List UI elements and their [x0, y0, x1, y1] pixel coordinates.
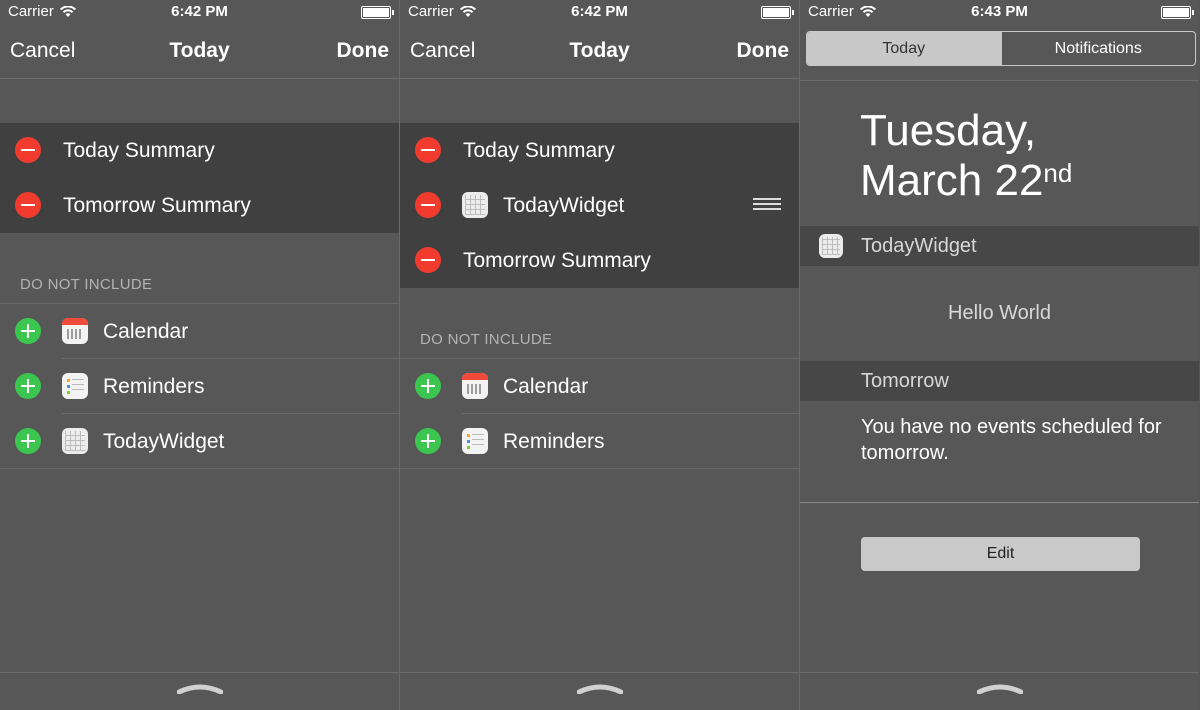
done-button[interactable]: Done — [337, 39, 390, 63]
list-item-reminders[interactable]: Reminders — [400, 414, 799, 469]
widget-title: TodayWidget — [861, 235, 977, 257]
list-item-label: TodayWidget — [103, 429, 225, 453]
reminders-app-icon — [62, 373, 88, 399]
screen-edit-1: Carrier 6:42 PM Cancel Today Done Today … — [0, 0, 399, 710]
section-header: DO NOT INCLUDE — [420, 331, 553, 348]
included-list: Today Summary TodayWidget Tomorrow Summa… — [400, 123, 799, 288]
tab-notifications[interactable]: Notifications — [1000, 32, 1196, 65]
list-item-label: Tomorrow Summary — [463, 248, 651, 272]
minus-circle-icon[interactable] — [415, 192, 441, 218]
divider — [800, 502, 1199, 503]
done-button[interactable]: Done — [737, 39, 790, 63]
bottom-bar — [800, 672, 1199, 710]
plus-circle-icon[interactable] — [415, 373, 441, 399]
date-weekday: Tuesday, — [860, 106, 1037, 155]
list-item-label: Today Summary — [463, 138, 615, 162]
calendar-app-icon — [62, 318, 88, 344]
list-item-calendar[interactable]: Calendar — [0, 304, 399, 359]
pull-up-grabber-icon[interactable] — [576, 684, 623, 694]
battery-icon — [361, 6, 394, 19]
todaywidget-app-icon — [819, 234, 843, 258]
widget-title: Tomorrow — [861, 370, 949, 392]
reorder-handle-icon[interactable] — [753, 198, 781, 210]
date-month-day: March 22 — [860, 156, 1044, 205]
excluded-list: Calendar Reminders — [400, 359, 799, 469]
list-item-label: Calendar — [103, 319, 189, 343]
date-line: March 22nd — [860, 156, 1072, 206]
battery-icon — [761, 6, 794, 19]
status-time: 6:42 PM — [171, 3, 228, 20]
section-header: DO NOT INCLUDE — [20, 276, 153, 293]
screen-edit-2: Carrier 6:42 PM Cancel Today Done Today … — [399, 0, 799, 710]
list-item-label: Reminders — [103, 374, 205, 398]
bottom-bar — [0, 672, 399, 710]
plus-circle-icon[interactable] — [415, 428, 441, 454]
excluded-list: Calendar Reminders TodayWidget — [0, 304, 399, 469]
list-item-calendar[interactable]: Calendar — [400, 359, 799, 414]
edit-button[interactable]: Edit — [861, 537, 1140, 571]
widget-body-text: Hello World — [948, 302, 1051, 324]
list-item-label: TodayWidget — [503, 193, 625, 217]
todaywidget-app-icon — [462, 192, 488, 218]
list-item-tomorrow-summary[interactable]: Tomorrow Summary — [400, 233, 799, 288]
date-suffix: nd — [1043, 158, 1073, 188]
plus-circle-icon[interactable] — [15, 373, 41, 399]
segmented-control: Today Notifications — [806, 31, 1196, 66]
minus-circle-icon[interactable] — [415, 137, 441, 163]
status-bar: Carrier 6:42 PM — [400, 0, 799, 26]
plus-circle-icon[interactable] — [15, 428, 41, 454]
pull-up-grabber-icon[interactable] — [976, 684, 1023, 694]
list-item-label: Today Summary — [63, 138, 215, 162]
status-time: 6:42 PM — [571, 3, 628, 20]
tab-today[interactable]: Today — [807, 32, 1001, 65]
status-bar: Carrier 6:42 PM — [0, 0, 399, 26]
nav-bar: Cancel Today Done — [400, 26, 799, 79]
widget-header-tomorrow[interactable]: Tomorrow — [800, 361, 1199, 401]
list-item-tomorrow-summary[interactable]: Tomorrow Summary — [0, 178, 399, 233]
pull-up-grabber-icon[interactable] — [176, 684, 223, 694]
list-item-label: Reminders — [503, 429, 605, 453]
list-item-label: Calendar — [503, 374, 589, 398]
status-time: 6:43 PM — [971, 3, 1028, 20]
tomorrow-body-text: You have no events scheduled for tomorro… — [861, 416, 1162, 464]
included-list: Today Summary Tomorrow Summary — [0, 123, 399, 233]
plus-circle-icon[interactable] — [15, 318, 41, 344]
list-item-todaywidget[interactable]: TodayWidget — [0, 414, 399, 469]
divider — [800, 80, 1199, 81]
nav-bar: Cancel Today Done — [0, 26, 399, 79]
minus-circle-icon[interactable] — [15, 137, 41, 163]
screen-today-view: Carrier 6:43 PM Today Notifications Tues… — [799, 0, 1199, 710]
widget-header-todaywidget[interactable]: TodayWidget — [800, 226, 1199, 266]
list-item-reminders[interactable]: Reminders — [0, 359, 399, 414]
calendar-app-icon — [462, 373, 488, 399]
list-item-todaywidget[interactable]: TodayWidget — [400, 178, 799, 233]
minus-circle-icon[interactable] — [15, 192, 41, 218]
todaywidget-app-icon — [62, 428, 88, 454]
minus-circle-icon[interactable] — [415, 247, 441, 273]
status-bar: Carrier 6:43 PM — [800, 0, 1199, 26]
list-item-label: Tomorrow Summary — [63, 193, 251, 217]
reminders-app-icon — [462, 428, 488, 454]
bottom-bar — [400, 672, 799, 710]
list-item-today-summary[interactable]: Today Summary — [0, 123, 399, 178]
battery-icon — [1161, 6, 1194, 19]
list-item-today-summary[interactable]: Today Summary — [400, 123, 799, 178]
